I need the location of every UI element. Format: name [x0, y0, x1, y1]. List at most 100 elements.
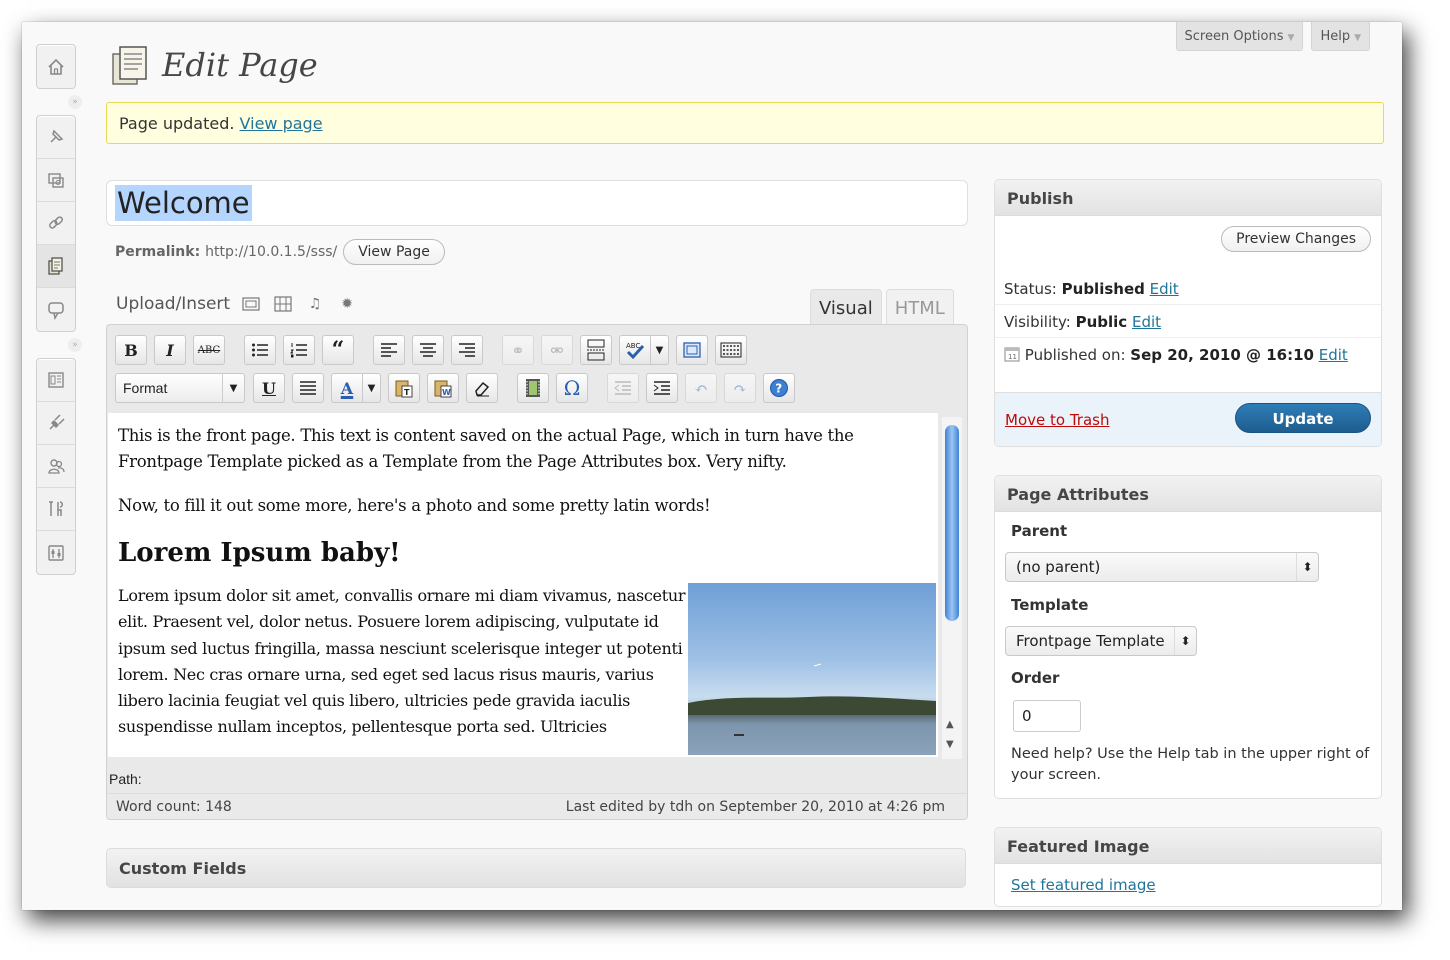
insert-media-button[interactable] — [517, 373, 549, 403]
italic-button[interactable]: I — [154, 335, 186, 365]
format-select[interactable]: Format ▼ — [115, 373, 245, 403]
menu-group-dashboard — [36, 44, 76, 89]
view-page-button[interactable]: View Page — [343, 239, 445, 265]
menu-plugins[interactable] — [37, 402, 75, 445]
tab-visual[interactable]: Visual — [810, 289, 882, 325]
menu-dashboard[interactable] — [37, 45, 75, 88]
custom-fields-box[interactable]: Custom Fields — [106, 848, 966, 888]
help-tab[interactable]: Help ▼ — [1311, 22, 1370, 51]
outdent-button[interactable] — [607, 373, 639, 403]
parent-select-value: (no parent) — [1016, 558, 1101, 576]
menu-media[interactable] — [37, 159, 75, 202]
content-paragraph: This is the front page. This text is con… — [118, 426, 854, 471]
menu-settings[interactable] — [37, 531, 75, 574]
strikethrough-button[interactable]: ABC — [193, 335, 225, 365]
special-character-button[interactable]: Ω — [556, 373, 588, 403]
menu-pages[interactable] — [37, 245, 75, 288]
insert-link-button[interactable]: ⚭ — [502, 335, 534, 365]
numbered-list-button[interactable] — [283, 335, 315, 365]
permalink-url: http://10.0.1.5/sss/ — [205, 244, 338, 260]
admin-menu: » » — [36, 44, 82, 575]
move-to-trash-link[interactable]: Move to Trash — [1005, 411, 1109, 429]
collapse-arrows-icon[interactable]: » — [68, 95, 82, 109]
screen-options-tab[interactable]: Screen Options ▼ — [1175, 22, 1304, 51]
spellcheck-dropdown[interactable]: ▼ — [651, 335, 669, 365]
unlink-button[interactable]: ⚮ — [541, 335, 573, 365]
update-button[interactable]: Update — [1235, 403, 1371, 433]
undo-button[interactable]: ↶ — [685, 373, 717, 403]
update-notice: Page updated. View page — [106, 102, 1384, 144]
editor-status-bar: Word count: 148 Last edited by tdh on Se… — [107, 793, 967, 819]
page-attributes-title[interactable]: Page Attributes — [995, 476, 1381, 512]
tools-icon — [49, 501, 63, 516]
add-video-icon[interactable] — [272, 294, 294, 314]
text-color-button[interactable]: A — [331, 373, 363, 403]
editor-scrollbar[interactable]: ▲ ▼ — [942, 417, 962, 759]
order-input[interactable]: 0 — [1013, 700, 1081, 732]
featured-image-title[interactable]: Featured Image — [995, 828, 1381, 864]
template-select[interactable]: Frontpage Template ⬍ — [1005, 626, 1197, 656]
featured-image-box: Featured Image Set featured image — [994, 827, 1382, 907]
post-title-text[interactable]: Welcome — [115, 185, 252, 221]
help-label: Help — [1320, 29, 1351, 44]
kitchen-sink-button[interactable] — [715, 335, 747, 365]
tab-html[interactable]: HTML — [885, 289, 954, 325]
appearance-icon — [48, 372, 64, 388]
lake-photo[interactable] — [688, 583, 936, 755]
custom-fields-title: Custom Fields — [119, 859, 247, 878]
add-image-icon[interactable] — [240, 294, 262, 314]
post-title-field[interactable]: Welcome — [106, 180, 968, 226]
add-media-icon[interactable]: ✹ — [336, 294, 358, 314]
blockquote-button[interactable]: “ — [322, 335, 354, 365]
fullscreen-button[interactable] — [676, 335, 708, 365]
media-icon — [48, 173, 64, 188]
paste-text-button[interactable]: T — [388, 373, 420, 403]
editor-content-area[interactable]: This is the front page. This text is con… — [108, 413, 938, 757]
align-right-button[interactable] — [451, 335, 483, 365]
admin-window: » » Screen Options ▼ Help ▼ Edit Page Pa… — [22, 22, 1402, 910]
published-label: Published on: — [1024, 346, 1126, 364]
bold-button[interactable]: B — [115, 335, 147, 365]
menu-appearance[interactable] — [37, 359, 75, 402]
redo-button[interactable]: ↷ — [724, 373, 756, 403]
paste-word-button[interactable]: W — [427, 373, 459, 403]
insert-more-button[interactable] — [580, 335, 612, 365]
menu-posts[interactable] — [37, 116, 75, 159]
edit-visibility-link[interactable]: Edit — [1132, 313, 1161, 331]
menu-users[interactable] — [37, 445, 75, 488]
notice-text: Page updated. — [119, 114, 235, 133]
bullet-list-button[interactable] — [244, 335, 276, 365]
align-left-button[interactable] — [373, 335, 405, 365]
menu-links[interactable] — [37, 202, 75, 245]
menu-comments[interactable] — [37, 288, 75, 331]
users-icon — [48, 459, 65, 474]
justify-button[interactable] — [292, 373, 324, 403]
preview-changes-button[interactable]: Preview Changes — [1221, 226, 1371, 252]
spellcheck-button[interactable]: ABC — [619, 335, 651, 365]
indent-button[interactable] — [646, 373, 678, 403]
publish-box-title[interactable]: Publish — [995, 180, 1381, 216]
parent-label: Parent — [1011, 522, 1068, 540]
parent-select[interactable]: (no parent) ⬍ — [1005, 552, 1319, 582]
order-label: Order — [1011, 669, 1060, 687]
help-button[interactable]: ? — [763, 373, 795, 403]
select-arrows-icon: ⬍ — [1296, 553, 1318, 581]
add-audio-icon[interactable]: ♫ — [304, 294, 326, 314]
set-featured-image-link[interactable]: Set featured image — [1011, 876, 1156, 894]
collapse-arrows-icon[interactable]: » — [68, 338, 82, 352]
scroll-up-icon[interactable]: ▲ — [946, 719, 954, 730]
status-row: Status: Published Edit — [1004, 280, 1179, 298]
scroll-down-icon[interactable]: ▼ — [946, 739, 954, 750]
underline-button[interactable]: U — [253, 373, 285, 403]
remove-format-button[interactable] — [466, 373, 498, 403]
align-center-button[interactable] — [412, 335, 444, 365]
menu-tools[interactable] — [37, 488, 75, 531]
redo-icon: ↷ — [733, 378, 747, 398]
editor-toolbar: B I ABC “ ⚭ ⚮ ABC ▼ Format ▼ U A ▼ T W Ω… — [107, 325, 967, 407]
text-color-dropdown[interactable]: ▼ — [363, 373, 381, 403]
view-page-link[interactable]: View page — [240, 114, 323, 133]
scrollbar-thumb[interactable] — [945, 425, 959, 621]
edit-status-link[interactable]: Edit — [1150, 280, 1179, 298]
edit-date-link[interactable]: Edit — [1319, 346, 1348, 364]
fullscreen-icon — [683, 342, 701, 358]
